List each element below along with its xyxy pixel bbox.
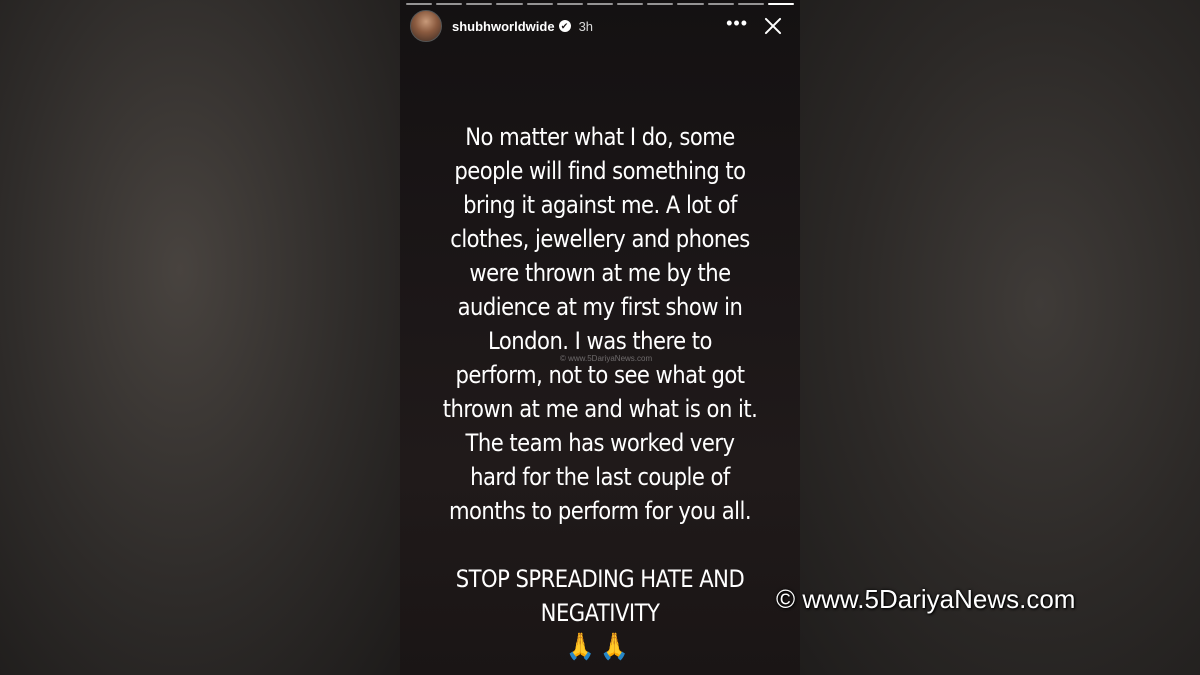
avatar[interactable] bbox=[410, 10, 442, 42]
username[interactable]: shubhworldwide bbox=[452, 19, 555, 34]
inner-watermark: © www.5DariyaNews.com bbox=[560, 354, 653, 363]
progress-segment bbox=[556, 3, 583, 5]
progress-segment bbox=[617, 3, 644, 5]
folded-hands-icon: 🙏🙏 bbox=[566, 632, 634, 662]
progress-segment bbox=[737, 3, 764, 5]
site-watermark: © www.5DariyaNews.com bbox=[776, 584, 1076, 614]
story-message: No matter what I do, some people will fi… bbox=[442, 120, 759, 664]
screenshot-stage: shubhworldwide ✔ 3h ••• No matter what I… bbox=[0, 0, 1200, 675]
progress-segment bbox=[647, 3, 674, 5]
story-paragraph-main: No matter what I do, some people will fi… bbox=[442, 123, 758, 525]
story-timestamp: 3h bbox=[578, 18, 594, 34]
progress-segment bbox=[436, 3, 463, 5]
verified-icon: ✔ bbox=[558, 20, 571, 32]
close-icon[interactable] bbox=[762, 15, 784, 37]
progress-segment bbox=[526, 3, 553, 5]
progress-segment bbox=[406, 3, 433, 5]
progress-segment bbox=[496, 3, 523, 5]
story-header: shubhworldwide ✔ 3h ••• bbox=[410, 10, 790, 42]
story-viewer[interactable]: shubhworldwide ✔ 3h ••• No matter what I… bbox=[400, 0, 800, 675]
progress-segment bbox=[586, 3, 614, 5]
more-options-icon[interactable]: ••• bbox=[726, 14, 748, 38]
story-progress-bar bbox=[406, 3, 795, 5]
progress-segment bbox=[677, 3, 704, 5]
blurred-background-left bbox=[0, 0, 400, 675]
progress-segment bbox=[767, 3, 795, 5]
progress-segment bbox=[466, 3, 493, 5]
blurred-background-right bbox=[800, 0, 1200, 675]
story-paragraph-callout: STOP SPREADING HATE AND NEGATIVITY bbox=[455, 565, 745, 627]
progress-segment bbox=[707, 3, 734, 5]
